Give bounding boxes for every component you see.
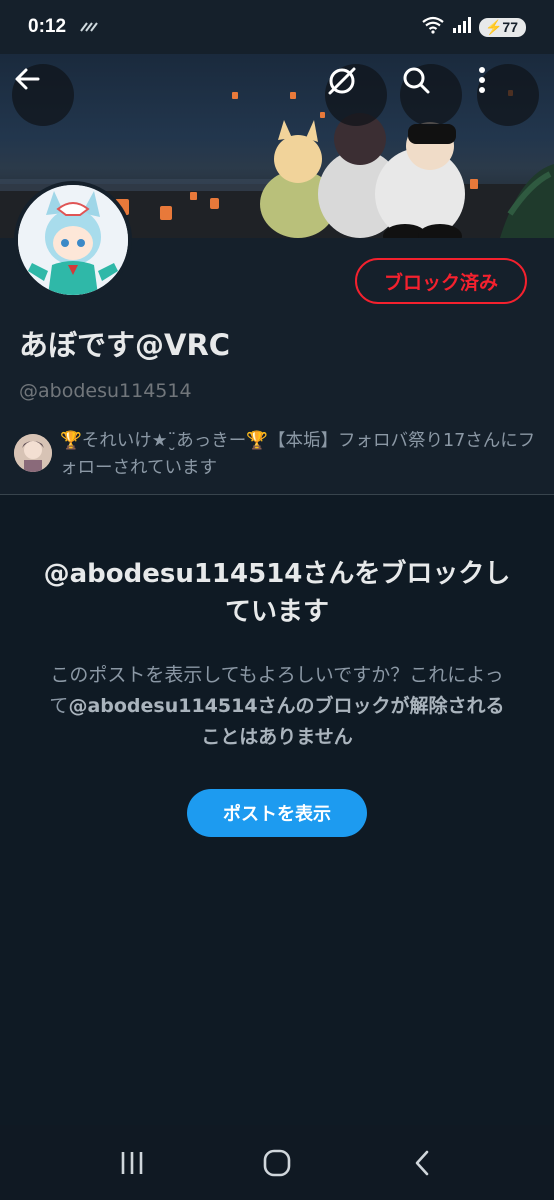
search-icon: [403, 67, 430, 94]
system-nav-bar: [0, 1125, 554, 1200]
back-button[interactable]: [12, 64, 74, 126]
more-vertical-icon: [479, 67, 485, 93]
search-button[interactable]: [400, 64, 462, 126]
back-nav-button[interactable]: [392, 1133, 452, 1193]
home-button[interactable]: [247, 1133, 307, 1193]
profile-avatar[interactable]: [14, 181, 132, 299]
followers-you-know[interactable]: 🏆それいけ★¨̮あっきー🏆【本垢】フォロバ祭り17さんにフォローされています: [14, 428, 544, 482]
blocked-notice-description: このポストを表示してもよろしいですか？これによって@abodesu114514さ…: [0, 660, 554, 753]
blocked-button[interactable]: ブロック済み: [355, 258, 527, 304]
status-left: 0:12: [28, 16, 98, 38]
recent-apps-button[interactable]: [102, 1133, 162, 1193]
follower-avatar: [14, 434, 52, 472]
home-icon: [263, 1149, 291, 1176]
followers-you-know-text: 🏆それいけ★¨̮あっきー🏆【本垢】フォロバ祭り17さんにフォローされています: [60, 431, 536, 478]
battery-level: 77: [502, 18, 518, 35]
blocked-notice-description-bold: @abodesu114514さんのブロックが解除されることはありません: [68, 695, 505, 748]
wifi-icon: [421, 16, 445, 38]
blocked-notice-title: @abodesu114514さんをブロックしています: [43, 559, 511, 627]
data-activity-icon: [78, 18, 98, 37]
more-button[interactable]: [477, 64, 539, 126]
arrow-left-icon: [15, 68, 40, 90]
status-right: ⚡77: [421, 16, 526, 38]
grok-button[interactable]: [325, 64, 387, 126]
signal-icon: [451, 16, 473, 38]
recent-apps-icon: [122, 1151, 143, 1174]
status-bar: 0:12 ⚡77: [0, 0, 554, 54]
user-handle: @abodesu114514: [19, 380, 192, 402]
slash-circle-icon: [328, 67, 356, 95]
chevron-left-icon: [415, 1150, 428, 1175]
battery-indicator: ⚡77: [478, 17, 526, 37]
show-post-button[interactable]: ポストを表示: [187, 789, 367, 837]
display-name: あぼです@VRC: [19, 328, 231, 362]
status-time: 0:12: [28, 16, 67, 37]
avatar-image: [18, 185, 128, 295]
